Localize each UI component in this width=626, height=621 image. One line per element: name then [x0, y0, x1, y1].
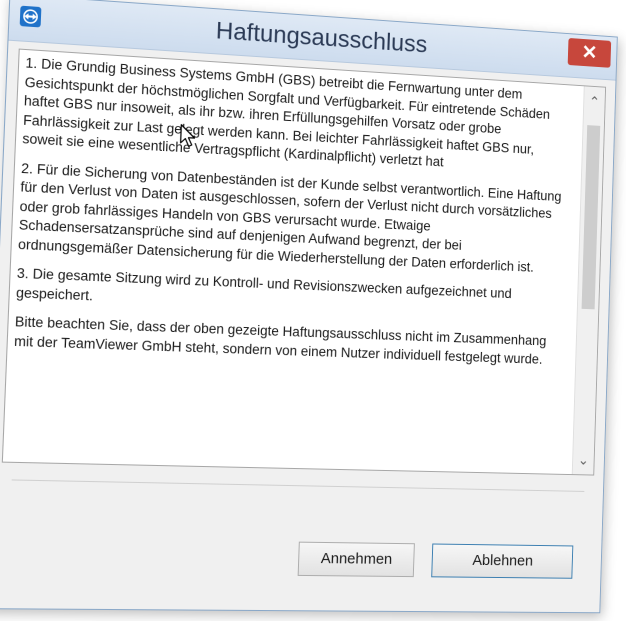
close-button[interactable]: ✕ — [567, 37, 612, 68]
screen: Haftungsausschluss ✕ 1. Die Grundig Busi… — [0, 0, 626, 621]
scroll-thumb[interactable] — [581, 125, 601, 310]
paragraph-notice: Bitte beachten Sie, dass der oben gezeig… — [13, 313, 547, 367]
disclaimer-text-area[interactable]: 1. Die Grundig Business Systems GmbH (GB… — [1, 48, 607, 476]
accept-button[interactable]: Annehmen — [297, 541, 415, 578]
disclaimer-text: 1. Die Grundig Business Systems GmbH (GB… — [13, 54, 574, 379]
scroll-down-icon[interactable]: ⌄ — [573, 449, 594, 471]
paragraph-liability: 1. Die Grundig Business Systems GmbH (GB… — [22, 55, 551, 170]
vertical-scrollbar[interactable]: ⌃ ⌄ — [571, 86, 606, 475]
disclaimer-dialog: Haftungsausschluss ✕ 1. Die Grundig Busi… — [0, 0, 618, 614]
paragraph-data-backup: 2. Für die Sicherung von Datenbeständen … — [17, 160, 562, 275]
scroll-up-icon[interactable]: ⌃ — [584, 90, 605, 112]
decline-button[interactable]: Ablehnen — [431, 543, 574, 579]
divider — [11, 479, 585, 492]
mouse-cursor-icon — [179, 124, 198, 149]
